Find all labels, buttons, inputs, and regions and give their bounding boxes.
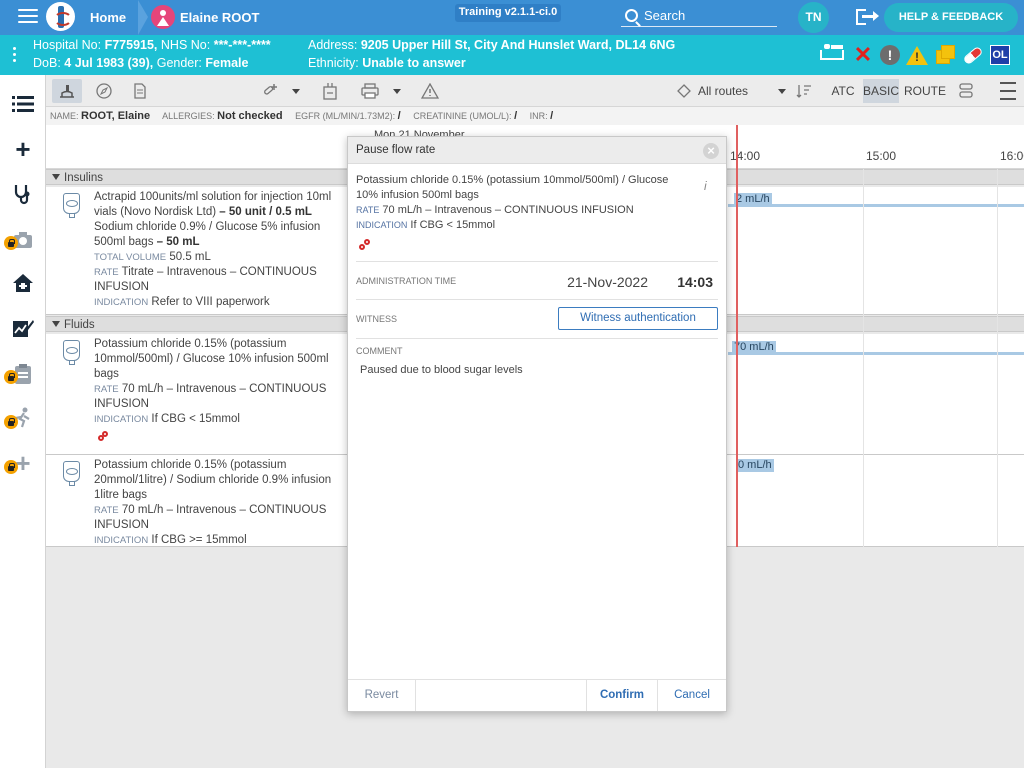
home-care-icon[interactable]: [8, 268, 38, 298]
cancel-button[interactable]: Cancel: [658, 680, 726, 711]
drug-details: Potassium chloride 0.15% (potassium 20mm…: [94, 459, 332, 546]
routes-icon: [676, 79, 692, 103]
admin-time-label: ADMINISTRATION TIME: [356, 276, 457, 286]
dialog-drug-details: Potassium chloride 0.15% (potassium 10mm…: [356, 174, 669, 231]
route-button[interactable]: ROUTE: [904, 79, 946, 103]
divider: [356, 338, 718, 339]
compass-icon[interactable]: [92, 79, 116, 103]
training-version-badge: Training v2.1.1-ci.0: [455, 4, 561, 22]
comment-field[interactable]: Paused due to blood sugar levels: [360, 364, 523, 376]
document-icon[interactable]: [128, 79, 152, 103]
more-menu-icon[interactable]: [998, 79, 1018, 103]
print-dropdown[interactable]: [391, 79, 403, 103]
alert-icon[interactable]: !: [880, 45, 900, 65]
witness-authentication-button[interactable]: Witness authentication: [558, 307, 718, 330]
lock-icon: [4, 415, 18, 429]
divider: [356, 261, 718, 262]
drug-details: Potassium chloride 0.15% (potassium 10mm…: [94, 338, 329, 425]
close-icon[interactable]: ×: [703, 143, 719, 159]
drug-details: Actrapid 100units/ml solution for inject…: [94, 191, 332, 308]
admin-time-input[interactable]: 14:03: [677, 274, 713, 290]
add-drug-dropdown[interactable]: [290, 79, 302, 103]
red-chain-icon: [359, 239, 373, 253]
collapse-triangle-icon: [52, 321, 60, 327]
hand-dose-icon[interactable]: [52, 79, 82, 103]
basic-button[interactable]: BASIC: [863, 79, 899, 103]
user-avatar[interactable]: TN: [798, 2, 829, 33]
banner-ids: Hospital No: F775915, NHS No: ***-***-**…: [33, 38, 271, 52]
bed-icon[interactable]: [818, 44, 846, 66]
rate-marker[interactable]: 0 mL/h: [736, 459, 774, 472]
left-sidebar: + +: [0, 75, 46, 768]
current-time-line: [736, 125, 738, 547]
list-icon[interactable]: [8, 89, 38, 119]
search-label: Search: [644, 8, 686, 23]
prescribe-icon[interactable]: [318, 79, 342, 103]
chart-toolbar: All routes ATC BASIC ROUTE: [46, 75, 1024, 107]
grid-line: [863, 169, 864, 547]
pill-icon[interactable]: [962, 44, 984, 66]
banner-address: Address: 9205 Upper Hill St, City And Hu…: [308, 38, 676, 52]
banner-status-icons: ✕ ! OL: [818, 42, 1010, 67]
warning-icon[interactable]: [906, 44, 928, 66]
search-icon: [625, 9, 638, 22]
chevron-down-icon: [778, 88, 787, 94]
infusion-bag-icon: [63, 193, 80, 218]
dialog-title: Pause flow rate: [348, 137, 726, 164]
banner-demographics: DoB: 4 Jul 1983 (39), Gender: Female: [33, 56, 249, 70]
time-label: 15:00: [866, 149, 897, 163]
lock-icon: [4, 236, 18, 250]
rate-bar: [728, 352, 1024, 355]
time-label: 16:00: [1000, 149, 1024, 163]
infusion-bag-icon: [63, 340, 80, 365]
main-menu-button[interactable]: [18, 9, 38, 25]
printer-icon[interactable]: [358, 79, 382, 103]
grid-line: [997, 169, 998, 547]
close-red-x-icon[interactable]: ✕: [852, 42, 874, 67]
collapse-triangle-icon: [52, 174, 60, 180]
add-icon[interactable]: +: [8, 134, 38, 164]
help-feedback-button[interactable]: HELP & FEEDBACK: [884, 3, 1018, 32]
pause-flow-rate-dialog: Pause flow rate × Potassium chloride 0.1…: [347, 136, 727, 712]
dialog-footer: Revert Confirm Cancel: [348, 679, 726, 711]
routes-select[interactable]: All routes: [698, 79, 798, 103]
rate-bar: [728, 204, 1024, 207]
stethoscope-icon[interactable]: [8, 179, 38, 209]
app-logo[interactable]: [46, 2, 75, 31]
chart-edit-icon[interactable]: [8, 313, 38, 343]
confirm-button[interactable]: Confirm: [586, 680, 658, 711]
lock-icon: [4, 460, 18, 474]
sort-icon[interactable]: [794, 79, 814, 103]
search-input[interactable]: Search: [621, 5, 777, 27]
divider: [356, 299, 718, 300]
infusion-bag-icon: [63, 461, 80, 486]
warning-outline-icon[interactable]: [418, 79, 442, 103]
patient-banner: Hospital No: F775915, NHS No: ***-***-**…: [0, 35, 1024, 75]
logout-icon[interactable]: [856, 9, 879, 25]
admin-date-input[interactable]: 21-Nov-2022: [567, 274, 648, 290]
ol-badge[interactable]: OL: [990, 45, 1010, 65]
revert-button[interactable]: Revert: [348, 680, 416, 711]
documents-icon[interactable]: [934, 44, 956, 66]
atc-button[interactable]: ATC: [831, 79, 855, 103]
time-label: 14:00: [730, 149, 761, 163]
witness-label: WITNESS: [356, 314, 398, 324]
comment-label: COMMENT: [356, 346, 403, 356]
layout-icon[interactable]: [956, 79, 976, 103]
breadcrumb-patient[interactable]: Elaine ROOT: [142, 0, 302, 35]
add-drug-icon[interactable]: [258, 79, 282, 103]
banner-more-icon[interactable]: [13, 47, 17, 65]
top-bar: Home Elaine ROOT Training v2.1.1-ci.0 Se…: [0, 0, 1024, 35]
banner-ethnicity: Ethnicity: Unable to answer: [308, 56, 466, 70]
info-icon[interactable]: i: [704, 179, 712, 193]
breadcrumb-home[interactable]: Home: [76, 0, 145, 35]
red-chain-icon: [98, 431, 110, 443]
lock-icon: [4, 370, 18, 384]
patient-info-row: NAME: ROOT, Elaine ALLERGIES: Not checke…: [46, 107, 1024, 125]
